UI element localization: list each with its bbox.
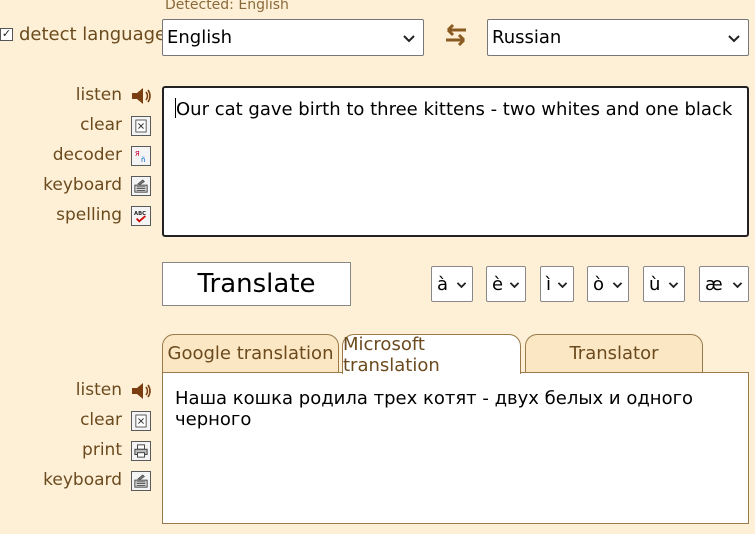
tab-translator[interactable]: Translator	[525, 334, 703, 372]
tab-microsoft-translation[interactable]: Microsoft translation	[342, 334, 521, 376]
input-keyboard-label[interactable]: keyboard	[2, 175, 122, 195]
chevron-down-icon	[728, 34, 740, 42]
accent-a-select[interactable]: à	[431, 266, 473, 302]
svg-text:Я: Я	[135, 150, 140, 158]
input-spelling-label[interactable]: spelling	[2, 205, 122, 225]
target-language-select[interactable]: Russian	[487, 19, 749, 56]
ligature-ae-value: æ	[705, 273, 723, 295]
translate-button[interactable]: Translate	[162, 262, 351, 306]
source-text-input[interactable]: Our cat gave birth to three kittens - tw…	[162, 86, 749, 237]
chevron-down-icon	[668, 281, 679, 288]
printer-icon[interactable]	[131, 441, 151, 461]
accent-u-value: ù	[649, 273, 661, 295]
ligature-ae-select[interactable]: æ	[699, 266, 749, 302]
accent-i-value: ì	[546, 273, 552, 295]
speaker-icon[interactable]	[130, 85, 154, 107]
decoder-icon[interactable]: Яñ	[131, 146, 151, 166]
accent-i-select[interactable]: ì	[540, 266, 574, 302]
chevron-down-icon	[509, 281, 520, 288]
chevron-down-icon	[456, 281, 467, 288]
input-listen-label[interactable]: listen	[2, 85, 122, 105]
keyboard-icon[interactable]	[131, 176, 151, 196]
detect-language-label: detect language	[19, 24, 167, 45]
accent-o-select[interactable]: ò	[587, 266, 629, 302]
accent-e-select[interactable]: è	[486, 266, 526, 302]
spelling-icon[interactable]: ABC	[131, 206, 151, 226]
clear-icon[interactable]	[131, 116, 151, 136]
accent-e-value: è	[492, 273, 504, 295]
clear-icon[interactable]	[131, 411, 151, 431]
source-language-value: English	[167, 27, 232, 48]
accent-a-value: à	[437, 273, 449, 295]
output-listen-label[interactable]: listen	[2, 380, 122, 400]
keyboard-icon[interactable]	[131, 471, 151, 491]
detect-language-checkbox[interactable]: ✓	[0, 28, 13, 41]
swap-languages-icon[interactable]	[442, 22, 470, 48]
detect-language-toggle[interactable]: ✓ detect language	[0, 24, 166, 45]
output-clear-label[interactable]: clear	[2, 410, 122, 430]
output-print-label[interactable]: print	[2, 440, 122, 460]
speaker-icon[interactable]	[130, 380, 154, 402]
translation-output[interactable]: Наша кошка родила трех котят - двух белы…	[162, 372, 749, 524]
input-clear-label[interactable]: clear	[2, 115, 122, 135]
target-language-value: Russian	[492, 27, 562, 48]
translation-output-text: Наша кошка родила трех котят - двух белы…	[175, 388, 694, 430]
output-keyboard-label[interactable]: keyboard	[2, 470, 122, 490]
source-text-value: Our cat gave birth to three kittens - tw…	[176, 99, 733, 120]
chevron-down-icon	[612, 281, 623, 288]
chevron-down-icon	[403, 34, 415, 42]
chevron-down-icon	[557, 281, 568, 288]
svg-text:ñ: ñ	[141, 156, 145, 163]
chevron-down-icon	[732, 281, 743, 288]
detected-language-text: Detected: English	[165, 0, 289, 13]
source-language-select[interactable]: English	[162, 19, 424, 56]
accent-o-value: ò	[593, 273, 605, 295]
accent-u-select[interactable]: ù	[643, 266, 685, 302]
input-decoder-label[interactable]: decoder	[2, 145, 122, 165]
tab-google-translation[interactable]: Google translation	[162, 334, 339, 372]
